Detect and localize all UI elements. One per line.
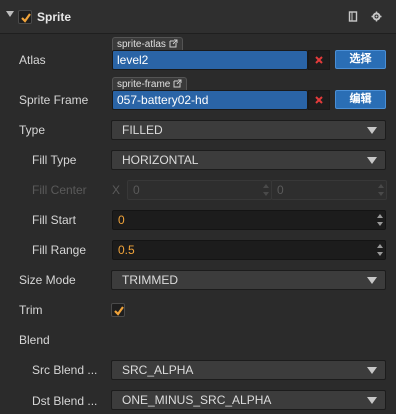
atlas-type-tag-text: sprite-atlas	[117, 39, 166, 50]
type-select-value: FILLED	[122, 123, 163, 137]
blend-label: Blend	[19, 333, 50, 347]
fill-center-x-label: X	[112, 183, 121, 197]
dst-blend-select[interactable]: ONE_MINUS_SRC_ALPHA	[111, 390, 386, 410]
fill-center-y-stepper[interactable]	[375, 181, 386, 199]
step-up-icon	[377, 214, 383, 218]
src-blend-select[interactable]: SRC_ALPHA	[111, 360, 386, 380]
step-up-icon	[263, 184, 269, 188]
component-header: Sprite	[0, 0, 396, 34]
chevron-down-icon	[367, 367, 377, 374]
src-blend-label: Src Blend ...	[32, 363, 98, 377]
chevron-down-icon	[367, 127, 377, 134]
sprite-frame-label: Sprite Frame	[19, 93, 89, 107]
size-mode-select-value: TRIMMED	[122, 273, 178, 287]
type-label: Type	[19, 123, 46, 137]
step-down-icon	[377, 252, 383, 256]
sprite-frame-clear-button[interactable]	[308, 90, 330, 110]
fill-range-input[interactable]: 0.5	[112, 240, 386, 260]
fill-range-value: 0.5	[118, 243, 135, 257]
step-up-icon	[378, 184, 384, 188]
component-enabled-checkbox[interactable]	[18, 10, 32, 24]
fill-center-label: Fill Center	[32, 183, 87, 197]
trim-label: Trim	[19, 303, 43, 317]
fill-type-label: Fill Type	[32, 153, 77, 167]
src-blend-select-value: SRC_ALPHA	[122, 363, 194, 377]
atlas-clear-button[interactable]	[308, 50, 330, 70]
fill-center-x-value: 0	[133, 183, 140, 197]
fill-range-stepper[interactable]	[374, 241, 385, 259]
atlas-type-tag[interactable]: sprite-atlas	[112, 37, 183, 51]
fill-center-y-input[interactable]: 0	[271, 180, 387, 200]
step-down-icon	[263, 192, 269, 196]
close-icon	[315, 56, 323, 64]
sprite-frame-type-tag-text: sprite-frame	[117, 79, 171, 90]
size-mode-label: Size Mode	[19, 273, 76, 287]
dst-blend-label: Dst Blend ...	[32, 394, 98, 408]
fill-center-x-stepper[interactable]	[260, 181, 271, 199]
trim-checkbox[interactable]	[111, 303, 125, 317]
chevron-down-icon	[367, 277, 377, 284]
component-title: Sprite	[37, 10, 72, 24]
dst-blend-select-value: ONE_MINUS_SRC_ALPHA	[122, 393, 272, 407]
external-link-icon	[169, 39, 178, 48]
fill-start-value: 0	[118, 213, 125, 227]
book-icon[interactable]	[348, 11, 359, 22]
size-mode-select[interactable]: TRIMMED	[111, 270, 386, 290]
sprite-frame-type-tag[interactable]: sprite-frame	[112, 77, 188, 91]
fill-type-select-value: HORIZONTAL	[122, 153, 199, 167]
gear-icon[interactable]	[371, 11, 382, 22]
step-down-icon	[377, 222, 383, 226]
external-link-icon	[173, 79, 182, 88]
fill-range-label: Fill Range	[32, 243, 87, 257]
step-up-icon	[377, 244, 383, 248]
chevron-down-icon	[367, 157, 377, 164]
chevron-down-icon	[367, 397, 377, 404]
atlas-label: Atlas	[19, 53, 46, 67]
type-select[interactable]: FILLED	[111, 120, 386, 140]
collapse-arrow-icon[interactable]	[6, 11, 14, 17]
fill-center-x-input[interactable]: 0	[127, 180, 272, 200]
fill-center-y-value: 0	[277, 183, 284, 197]
atlas-select-button[interactable]: 选择	[335, 50, 386, 69]
fill-start-label: Fill Start	[32, 213, 77, 227]
sprite-frame-edit-button[interactable]: 编辑	[335, 90, 386, 109]
step-down-icon	[378, 192, 384, 196]
fill-start-input[interactable]: 0	[112, 210, 386, 230]
checkmark-icon	[114, 306, 124, 316]
atlas-asset-field[interactable]: level2	[112, 50, 308, 70]
close-icon	[315, 96, 323, 104]
fill-type-select[interactable]: HORIZONTAL	[111, 150, 386, 170]
sprite-frame-asset-field[interactable]: 057-battery02-hd	[112, 90, 308, 110]
fill-start-stepper[interactable]	[374, 211, 385, 229]
